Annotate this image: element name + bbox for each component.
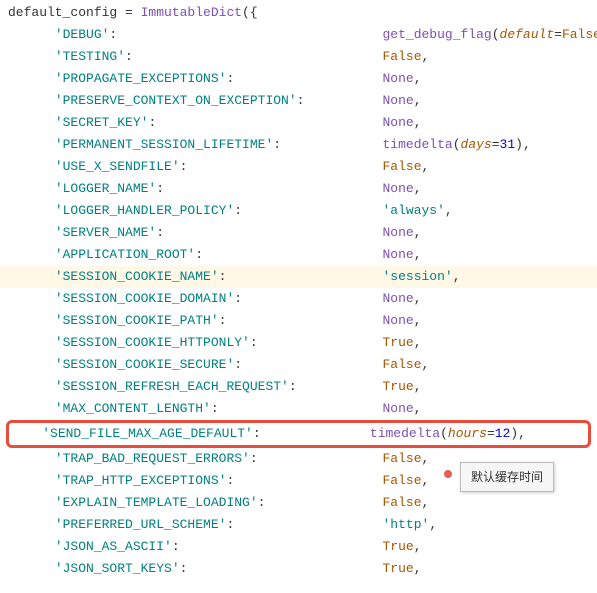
num-literal: 31 bbox=[500, 137, 516, 152]
config-row: 'SESSION_COOKIE_PATH': None, bbox=[0, 310, 597, 332]
tooltip: 默认缓存时间 bbox=[460, 462, 554, 492]
string-literal: 'always' bbox=[383, 203, 445, 218]
config-key: 'SECRET_KEY' bbox=[55, 115, 149, 130]
none-literal: None bbox=[382, 93, 413, 108]
bool-literal: True bbox=[383, 335, 414, 350]
config-key: 'PERMANENT_SESSION_LIFETIME' bbox=[55, 137, 273, 152]
bool-literal: False bbox=[383, 451, 422, 466]
bool-literal: True bbox=[383, 539, 414, 554]
config-row: 'JSON_SORT_KEYS': True, bbox=[0, 558, 597, 580]
var-name: default_config bbox=[8, 5, 117, 20]
config-key: 'PREFERRED_URL_SCHEME' bbox=[55, 517, 227, 532]
none-literal: None bbox=[382, 401, 413, 416]
none-literal: None bbox=[383, 71, 414, 86]
assignment-line: default_config = ImmutableDict({ bbox=[0, 2, 597, 24]
none-literal: None bbox=[383, 247, 414, 262]
config-key: 'PRESERVE_CONTEXT_ON_EXCEPTION' bbox=[55, 93, 297, 108]
none-literal: None bbox=[382, 225, 413, 240]
config-row: 'SESSION_REFRESH_EACH_REQUEST': True, bbox=[0, 376, 597, 398]
config-key: 'SESSION_COOKIE_SECURE' bbox=[55, 357, 234, 372]
bool-literal: False bbox=[382, 49, 421, 64]
config-row: 'JSON_AS_ASCII': True, bbox=[0, 536, 597, 558]
config-row: 'SESSION_COOKIE_DOMAIN': None, bbox=[0, 288, 597, 310]
config-key: 'TRAP_HTTP_EXCEPTIONS' bbox=[55, 473, 227, 488]
func-call: timedelta bbox=[382, 137, 452, 152]
config-row: 'PRESERVE_CONTEXT_ON_EXCEPTION': None, bbox=[0, 90, 597, 112]
func-call: get_debug_flag bbox=[382, 27, 491, 42]
class-name: ImmutableDict bbox=[141, 5, 242, 20]
config-key: 'SESSION_COOKIE_NAME' bbox=[55, 269, 219, 284]
none-literal: None bbox=[383, 291, 414, 306]
string-literal: 'session' bbox=[382, 269, 452, 284]
annotation-dot-icon bbox=[444, 470, 452, 478]
config-key: 'TESTING' bbox=[55, 49, 125, 64]
config-key: 'SESSION_COOKIE_HTTPONLY' bbox=[55, 335, 250, 350]
bool-literal: False bbox=[383, 473, 422, 488]
config-row: 'TESTING': False, bbox=[0, 46, 597, 68]
bool-literal: False bbox=[383, 357, 422, 372]
config-row: 'MAX_CONTENT_LENGTH': None, bbox=[0, 398, 597, 420]
config-row: 'SESSION_COOKIE_HTTPONLY': True, bbox=[0, 332, 597, 354]
config-key: 'SESSION_COOKIE_PATH' bbox=[55, 313, 219, 328]
kwarg: hours bbox=[448, 426, 487, 441]
none-literal: None bbox=[382, 313, 413, 328]
config-row: 'SERVER_NAME': None, bbox=[0, 222, 597, 244]
config-row: 'LOGGER_HANDLER_POLICY': 'always', bbox=[0, 200, 597, 222]
bool-literal: False bbox=[383, 495, 422, 510]
config-row: 'APPLICATION_ROOT': None, bbox=[0, 244, 597, 266]
config-key: 'JSON_AS_ASCII' bbox=[55, 539, 172, 554]
config-row: 'SEND_FILE_MAX_AGE_DEFAULT': timedelta(h… bbox=[6, 420, 591, 448]
config-row: 'SESSION_COOKIE_SECURE': False, bbox=[0, 354, 597, 376]
config-row: 'PROPAGATE_EXCEPTIONS': None, bbox=[0, 68, 597, 90]
config-key: 'APPLICATION_ROOT' bbox=[55, 247, 195, 262]
func-call: timedelta bbox=[370, 426, 440, 441]
num-literal: 12 bbox=[495, 426, 511, 441]
config-key: 'TRAP_BAD_REQUEST_ERRORS' bbox=[55, 451, 250, 466]
kwarg: default bbox=[500, 27, 555, 42]
config-key: 'SERVER_NAME' bbox=[55, 225, 156, 240]
none-literal: None bbox=[383, 115, 414, 130]
config-key: 'DEBUG' bbox=[55, 27, 110, 42]
string-literal: 'http' bbox=[383, 517, 430, 532]
config-key: 'USE_X_SENDFILE' bbox=[55, 159, 180, 174]
bool-literal: False bbox=[383, 159, 422, 174]
config-key: 'EXPLAIN_TEMPLATE_LOADING' bbox=[55, 495, 258, 510]
bool-literal: False bbox=[562, 27, 597, 42]
config-row: 'PERMANENT_SESSION_LIFETIME': timedelta(… bbox=[0, 134, 597, 156]
config-key: 'SESSION_REFRESH_EACH_REQUEST' bbox=[55, 379, 289, 394]
bool-literal: True bbox=[383, 379, 414, 394]
config-row: 'PREFERRED_URL_SCHEME': 'http', bbox=[0, 514, 597, 536]
bool-literal: True bbox=[383, 561, 414, 576]
config-row: 'LOGGER_NAME': None, bbox=[0, 178, 597, 200]
config-key: 'MAX_CONTENT_LENGTH' bbox=[55, 401, 211, 416]
config-row: 'EXPLAIN_TEMPLATE_LOADING': False, bbox=[0, 492, 597, 514]
config-key: 'LOGGER_NAME' bbox=[55, 181, 156, 196]
config-key: 'PROPAGATE_EXCEPTIONS' bbox=[55, 71, 227, 86]
kwarg: days bbox=[461, 137, 492, 152]
config-row: 'USE_X_SENDFILE': False, bbox=[0, 156, 597, 178]
config-key: 'LOGGER_HANDLER_POLICY' bbox=[55, 203, 234, 218]
config-row: 'SECRET_KEY': None, bbox=[0, 112, 597, 134]
config-row: 'SESSION_COOKIE_NAME': 'session', bbox=[0, 266, 597, 288]
config-key: 'JSON_SORT_KEYS' bbox=[55, 561, 180, 576]
none-literal: None bbox=[382, 181, 413, 196]
config-row: 'DEBUG': get_debug_flag(default=False), bbox=[0, 24, 597, 46]
config-key: 'SESSION_COOKIE_DOMAIN' bbox=[55, 291, 234, 306]
code-block: default_config = ImmutableDict({ 'DEBUG'… bbox=[0, 0, 597, 582]
config-key: 'SEND_FILE_MAX_AGE_DEFAULT' bbox=[42, 426, 253, 441]
